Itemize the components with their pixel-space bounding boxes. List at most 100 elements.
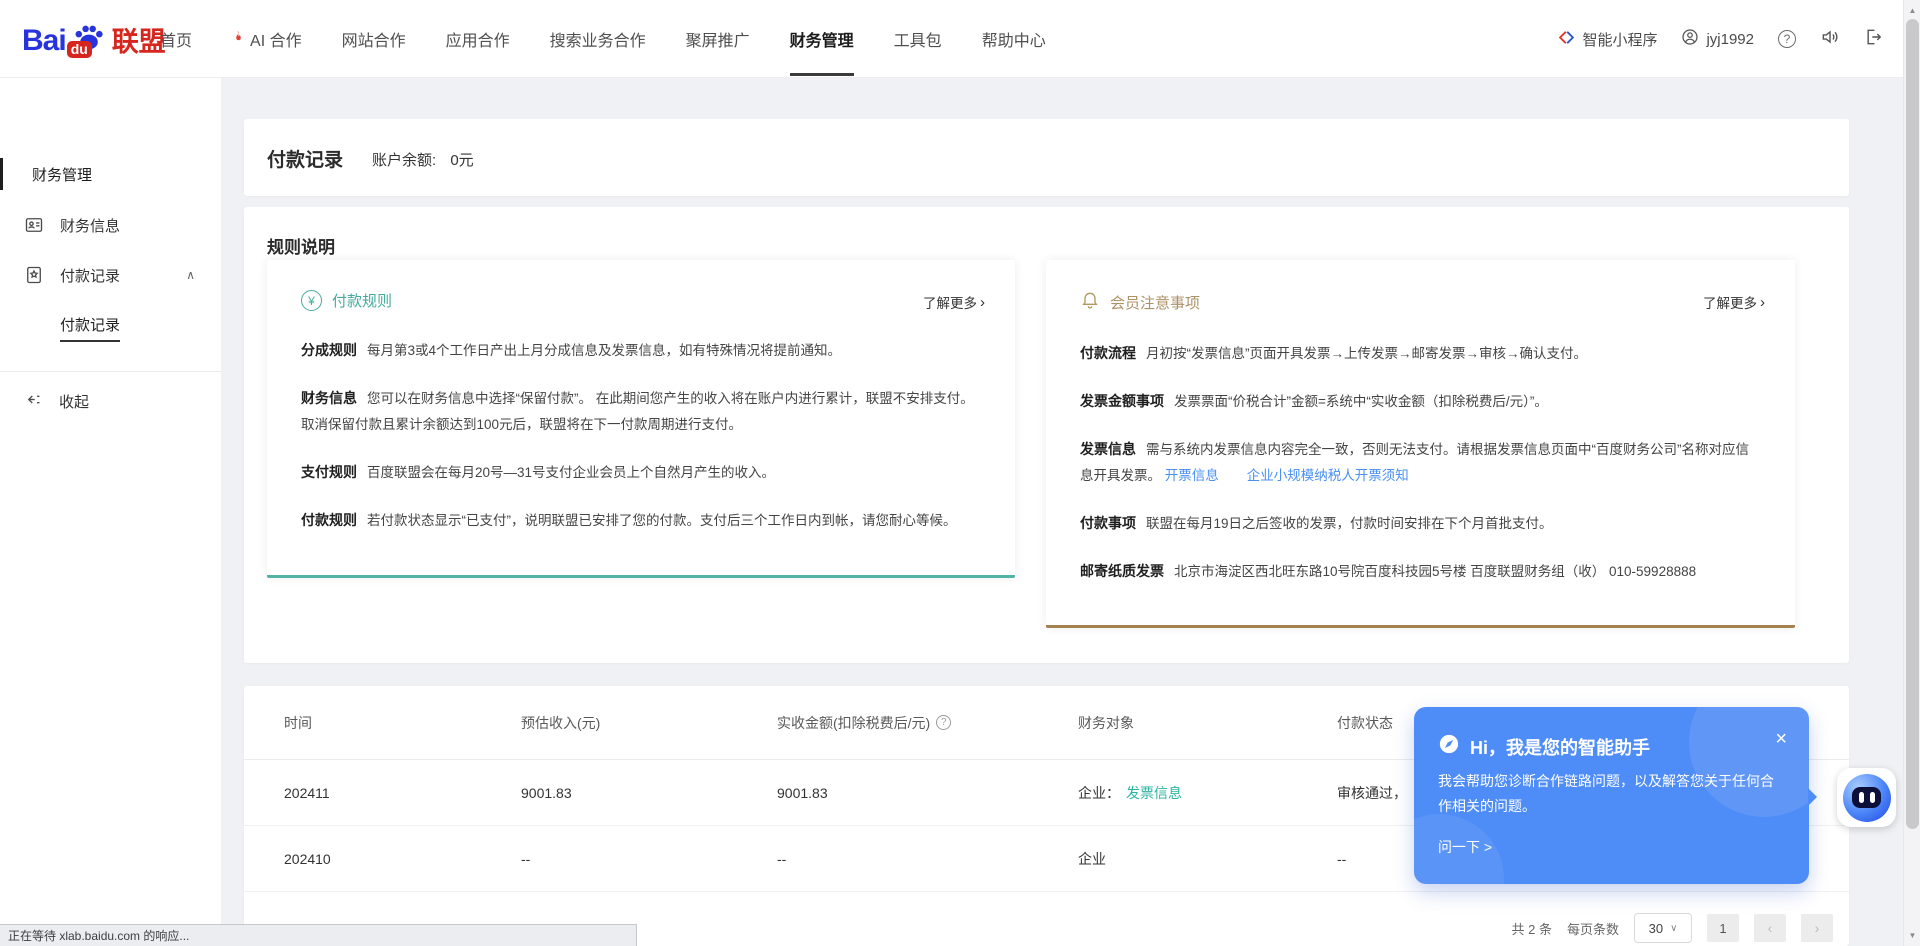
sidebar-active-indicator [0, 158, 3, 190]
nav-item-help[interactable]: 帮助中心 [982, 0, 1046, 78]
member-notes-card: 会员注意事项 了解更多 › 付款流程月初按“发票信息”页面开具发票→上传发票→邮… [1046, 260, 1795, 628]
small-taxpayer-notice-link[interactable]: 企业小规模纳税人开票须知 [1247, 468, 1409, 483]
rule-label: 邮寄纸质发票 [1080, 563, 1164, 579]
assistant-header: Hi，我是您的智能助手 [1438, 733, 1650, 760]
mini-program-link[interactable]: 智能小程序 [1558, 29, 1657, 50]
column-header-target: 财务对象 [1078, 713, 1337, 733]
vertical-scrollbar[interactable]: ▲ ▼ [1903, 0, 1920, 946]
column-header-time: 时间 [284, 713, 521, 733]
username: jyj1992 [1706, 31, 1754, 48]
rule-label: 支付规则 [301, 464, 357, 480]
total-count: 共 2 条 [1512, 919, 1552, 938]
rule-paragraph: 支付规则百度联盟会在每月20号—31号支付企业会员上个自然月产生的收入。 [301, 459, 981, 486]
browser-status-bubble: 正在等待 xlab.baidu.com 的响应... [0, 924, 637, 946]
sidebar-item-finance-info[interactable]: 财务信息 [0, 209, 221, 241]
top-nav: Bai du 联盟 首页 AI 合作 网站合作 应用合作 搜索业务合作 聚屏推广 [0, 0, 1920, 78]
question-circle-icon[interactable]: ? [936, 715, 951, 730]
active-nav-underline [790, 73, 854, 76]
rule-paragraph: 付款流程月初按“发票信息”页面开具发票→上传发票→邮寄发票→审核→确认支付。 [1080, 340, 1761, 367]
balance-label: 账户余额: [372, 152, 436, 169]
per-page-label: 每页条数 [1567, 919, 1619, 938]
nav-right-cluster: 智能小程序 jyj1992 ? [1558, 0, 1884, 78]
yen-circle-icon: ¥ [301, 290, 322, 311]
invoice-info-table-link[interactable]: 发票信息 [1126, 785, 1182, 801]
baidu-union-logo[interactable]: Bai du 联盟 [22, 20, 166, 58]
robot-avatar-icon [1843, 774, 1891, 822]
rule-label: 分成规则 [301, 342, 357, 358]
badge-icon [24, 265, 44, 285]
rule-label: 付款事项 [1080, 515, 1136, 531]
nav-item-screen[interactable]: 聚屏推广 [686, 0, 750, 78]
cell-actual: -- [777, 851, 1078, 867]
chevron-up-icon[interactable]: ∧ [186, 268, 195, 282]
rule-paragraph: 分成规则每月第3或4个工作日产出上月分成信息及发票信息，如有特殊情况将提前通知。 [301, 337, 981, 364]
prev-page-button[interactable]: ‹ [1754, 914, 1786, 942]
ask-now-link[interactable]: 问一下 > [1438, 837, 1492, 857]
sidebar-subitem-payment-records-active[interactable]: 付款记录 [60, 314, 120, 335]
sidebar-item-payment-records[interactable]: 付款记录 ∧ [0, 259, 221, 291]
paw-icon: du [69, 20, 109, 58]
rule-paragraph: 付款规则若付款状态显示“已支付”，说明联盟已安排了您的付款。支付后三个工作日内到… [301, 507, 981, 534]
chevron-right-icon: › [980, 296, 985, 309]
cell-target: 企业 [1078, 849, 1337, 869]
scroll-down-icon[interactable]: ▼ [1904, 927, 1920, 944]
rule-paragraph: 财务信息您可以在财务信息中选择“保留付款”。 在此期间您产生的收入将在账户内进行… [301, 385, 981, 438]
speaker-icon[interactable] [1820, 27, 1840, 51]
member-notes-more-link[interactable]: 了解更多 › [1703, 292, 1765, 312]
sidebar-section-finance[interactable]: 财务管理 [32, 164, 92, 185]
chevron-right-icon: › [1760, 296, 1765, 309]
payment-rules-more-link[interactable]: 了解更多 › [923, 292, 985, 312]
cell-time: 202410 [284, 851, 521, 867]
nav-item-home[interactable]: 首页 [160, 0, 192, 78]
pagination-bar: 共 2 条 每页条数 30 ∨ 1 ‹ › [1512, 912, 1833, 944]
account-balance: 账户余额: 0元 [372, 149, 474, 170]
next-page-button[interactable]: › [1801, 914, 1833, 942]
payment-rules-card-header: ¥ 付款规则 [301, 290, 981, 311]
rule-paragraph: 发票金额事项发票票面“价税合计”金额=系统中“实收金额（扣除税费后/元）”。 [1080, 388, 1761, 415]
rule-label: 付款规则 [301, 512, 357, 528]
nav-item-search[interactable]: 搜索业务合作 [550, 0, 646, 78]
main-nav-menu: 首页 AI 合作 网站合作 应用合作 搜索业务合作 聚屏推广 财务管理 工具包 … [160, 0, 1046, 78]
invoice-info-link[interactable]: 开票信息 [1165, 468, 1219, 483]
sidebar-collapse-button[interactable]: 收起 [24, 390, 89, 413]
assistant-greeting: Hi，我是您的智能助手 [1470, 734, 1650, 760]
help-icon[interactable]: ? [1778, 30, 1796, 48]
user-account[interactable]: jyj1992 [1681, 28, 1754, 50]
scrollbar-thumb[interactable] [1906, 19, 1919, 829]
collapse-left-icon [24, 390, 43, 413]
member-notes-card-header: 会员注意事项 [1080, 290, 1761, 314]
assistant-robot-button[interactable] [1837, 768, 1896, 827]
nav-item-website[interactable]: 网站合作 [342, 0, 406, 78]
rules-panel: 规则说明 ¥ 付款规则 了解更多 › 分成规则每月第3或4个工作日产出上月分成信… [244, 207, 1849, 663]
rule-paragraph: 付款事项联盟在每月19日之后签收的发票，付款时间安排在下个月首批支付。 [1080, 510, 1761, 537]
user-icon [1681, 28, 1699, 50]
scroll-up-icon[interactable]: ▲ [1904, 2, 1920, 19]
rule-label: 发票信息 [1080, 441, 1136, 457]
nav-item-app[interactable]: 应用合作 [446, 0, 510, 78]
rule-paragraph: 邮寄纸质发票北京市海淀区西北旺东路10号院百度科技园5号楼 百度联盟财务组（收）… [1080, 558, 1761, 585]
sidebar-divider [0, 371, 221, 372]
per-page-select[interactable]: 30 ∨ [1634, 913, 1692, 943]
nav-item-ai[interactable]: AI 合作 [232, 0, 302, 78]
compass-icon [1438, 733, 1460, 760]
column-header-actual: 实收金额(扣除税费后/元) ? [777, 713, 1078, 733]
logo-text-union: 联盟 [112, 26, 166, 58]
rule-paragraph: 发票信息需与系统内发票信息内容完全一致，否则无法支付。请根据发票信息页面中“百度… [1080, 436, 1761, 489]
status-text: 正在等待 xlab.baidu.com 的响应... [8, 927, 189, 944]
logout-icon[interactable] [1864, 27, 1884, 51]
logo-text-bai: Bai [22, 24, 66, 58]
nav-item-toolkit[interactable]: 工具包 [894, 0, 942, 78]
column-header-estimated: 预估收入(元) [521, 713, 777, 733]
member-notes-card-title: 会员注意事项 [1110, 292, 1200, 313]
bell-icon [1080, 290, 1100, 314]
nav-item-finance[interactable]: 财务管理 [790, 0, 854, 78]
rule-label: 发票金额事项 [1080, 393, 1164, 409]
cell-target: 企业：发票信息 [1078, 783, 1337, 803]
popup-pointer [1808, 788, 1817, 806]
browser-viewport: Bai du 联盟 首页 AI 合作 网站合作 应用合作 搜索业务合作 聚屏推广 [0, 0, 1920, 946]
page-number-button[interactable]: 1 [1707, 914, 1739, 942]
balance-value: 0元 [450, 152, 473, 169]
close-icon[interactable]: × [1775, 729, 1787, 749]
assistant-popup: Hi，我是您的智能助手 × 我会帮助您诊断合作链路问题，以及解答您关于任何合作相… [1414, 707, 1809, 884]
cell-actual: 9001.83 [777, 785, 1078, 801]
